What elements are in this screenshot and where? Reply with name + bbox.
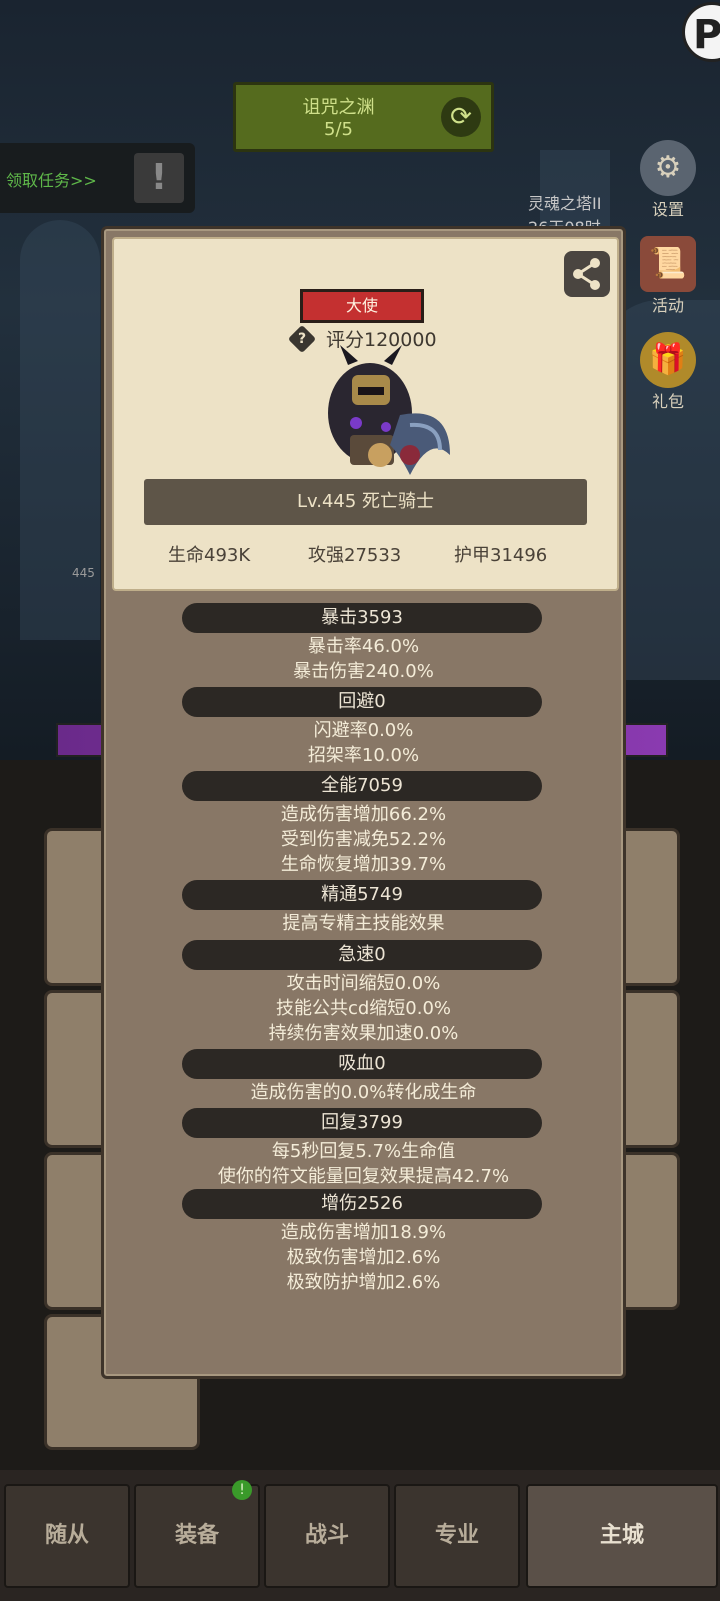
share-button[interactable]: [564, 251, 610, 297]
stat-line: 造成伤害增加66.2%: [280, 804, 447, 825]
stat-group-title: 暴击3593: [182, 603, 542, 633]
hero-header-card: 大使 ? 评分120000 Lv.445 死亡骑士 生命493K 攻强27533…: [112, 237, 619, 591]
gift-icon: 🎁: [640, 332, 696, 388]
stat-group-title: 增伤2526: [182, 1189, 542, 1219]
stat-line: 生命恢复增加39.7%: [280, 854, 447, 875]
hero-name: Lv.445 死亡骑士: [144, 479, 587, 525]
stat-group-title: 回复3799: [182, 1108, 542, 1138]
task-link[interactable]: 领取任务>>: [6, 167, 97, 191]
tab-battle[interactable]: 战斗: [264, 1484, 390, 1588]
task-strip[interactable]: 领取任务>> !: [0, 143, 195, 213]
quest-title: 诅咒之渊: [302, 97, 375, 118]
death-knight-portrait: [328, 345, 450, 475]
stat-group-title: 精通5749: [182, 880, 542, 910]
settings-label: 设置: [651, 200, 684, 219]
activity-label: 活动: [651, 296, 684, 315]
scroll-icon: 📜: [640, 236, 696, 292]
stat-line: 持续伤害效果加速0.0%: [268, 1023, 459, 1044]
tab-profession[interactable]: 专业: [394, 1484, 520, 1588]
stat-line: 技能公共cd缩短0.0%: [275, 998, 452, 1019]
settings-button[interactable]: ⚙ 设置: [633, 140, 703, 220]
tab-main-city[interactable]: 主城: [526, 1484, 718, 1588]
stat-line: 暴击伤害240.0%: [293, 661, 434, 682]
exclamation-icon[interactable]: !: [134, 153, 184, 203]
help-mark: ?: [297, 331, 307, 347]
stat-line: 每5秒回复5.7%生命值: [271, 1141, 456, 1162]
share-icon: [573, 258, 600, 290]
tower-name: 灵魂之塔II: [528, 194, 602, 213]
stat-group-title: 全能7059: [182, 771, 542, 801]
gift-button[interactable]: 🎁 礼包: [633, 332, 703, 412]
stat-group-title: 吸血0: [182, 1049, 542, 1079]
quest-box[interactable]: 诅咒之渊 5/5 ⟳: [233, 82, 494, 152]
refresh-icon[interactable]: ⟳: [441, 97, 481, 137]
notification-badge: !: [232, 1480, 252, 1500]
stat-line: 闪避率0.0%: [313, 720, 414, 741]
stat-line: 极致伤害增加2.6%: [286, 1247, 441, 1268]
stat-group-title: 急速0: [182, 940, 542, 970]
stat-line: 受到伤害减免52.2%: [280, 829, 447, 850]
quest-progress: 5/5: [324, 119, 353, 140]
armor-stat: 护甲31496: [454, 545, 548, 566]
stat-line: 招架率10.0%: [307, 745, 420, 766]
stat-line: 暴击率46.0%: [307, 636, 420, 657]
stat-line: 造成伤害的0.0%转化成生命: [250, 1082, 477, 1103]
gear-icon: ⚙: [640, 140, 696, 196]
stat-group-title: 回避0: [182, 687, 542, 717]
hp-stat: 生命493K: [168, 545, 251, 566]
stat-line: 使你的符文能量回复效果提高42.7%: [217, 1166, 510, 1187]
stat-line: 提高专精主技能效果: [282, 913, 445, 934]
attack-stat: 攻强27533: [308, 545, 402, 566]
gift-label: 礼包: [651, 392, 684, 411]
activity-button[interactable]: 📜 活动: [633, 236, 703, 316]
rank-badge: 大使: [300, 289, 424, 323]
tab-followers[interactable]: 随从: [4, 1484, 130, 1588]
stat-line: 极致防护增加2.6%: [286, 1272, 441, 1293]
stat-line: 攻击时间缩短0.0%: [286, 973, 441, 994]
stat-line: 造成伤害增加18.9%: [280, 1222, 447, 1243]
bottom-nav: 随从 装备 战斗 专业 主城: [0, 1470, 720, 1601]
hero-stats-panel: 大使 ? 评分120000 Lv.445 死亡骑士 生命493K 攻强27533…: [101, 226, 626, 1379]
hero-level-small: 445: [72, 566, 95, 580]
